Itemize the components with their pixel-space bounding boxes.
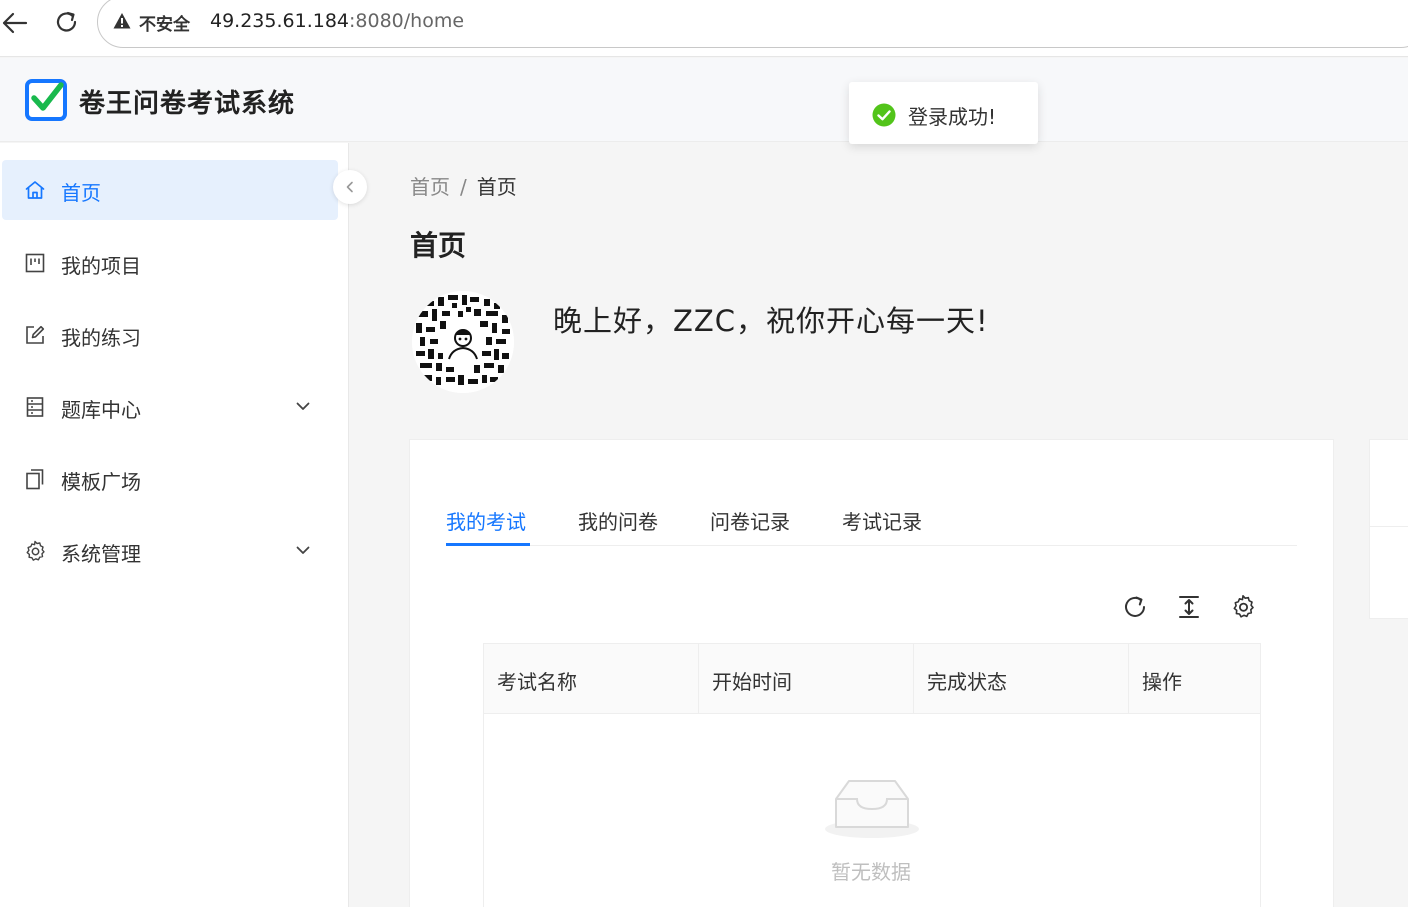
sidebar-item-my-projects[interactable]: 我的项目 [0,233,336,293]
sidebar-item-label: 模板广场 [61,470,141,494]
side-card [1369,439,1408,619]
qr-code-avatar-image [412,291,514,393]
toast-message: 登录成功! [908,105,997,129]
avatar[interactable] [412,291,514,393]
tab-my-exams[interactable]: 我的考试 [446,506,526,535]
chevron-down-icon [296,402,310,410]
sidebar-item-system-admin[interactable]: 系统管理 [0,521,336,581]
records-card: 我的考试 我的问卷 问卷记录 考试记录 考试名称 开始时间 完成状态 操作 暂无… [409,439,1334,907]
tab-exam-records[interactable]: 考试记录 [842,506,922,535]
sidebar-item-my-practice[interactable]: 我的练习 [0,305,336,365]
url-path: :8080/home [349,10,465,32]
browser-toolbar: 不安全 49.235.61.184:8080/home [0,0,1408,57]
sidebar-item-home[interactable]: 首页 [2,160,338,220]
sidebar-item-label: 我的练习 [61,326,141,350]
logo-icon[interactable] [25,79,67,121]
copy-icon [26,469,44,490]
sidebar: 首页 我的项目 我的练习 题库中心 模板广场 系统管理 [0,143,349,907]
sidebar-collapse-button[interactable] [333,170,367,204]
empty-state-text: 暂无数据 [831,860,911,884]
tab-my-surveys[interactable]: 我的问卷 [578,506,658,535]
settings-icon[interactable] [1230,594,1256,620]
reload-icon[interactable] [53,9,81,37]
warning-icon[interactable] [113,12,131,30]
chevron-left-icon [346,181,353,193]
list-icon [26,397,44,417]
active-tab-indicator [446,543,530,546]
project-icon [25,253,45,273]
breadcrumb: 首页 / 首页 [410,171,517,200]
page-title: 首页 [410,229,467,262]
greeting-message: 晚上好，ZZC，祝你开心每一天! [553,304,989,338]
url-host: 49.235.61.184 [210,10,350,32]
back-arrow-icon[interactable] [0,9,30,37]
gear-icon [26,540,45,561]
sidebar-item-label: 我的项目 [61,254,141,278]
column-header-actions[interactable]: 操作 [1129,644,1260,713]
sidebar-item-label: 首页 [61,181,101,205]
app-header: 卷王问卷考试系统 [0,58,1408,142]
sidebar-item-question-bank[interactable]: 题库中心 [0,377,336,437]
sidebar-item-label: 系统管理 [61,542,141,566]
home-icon [25,181,45,199]
sidebar-item-label: 题库中心 [61,398,141,422]
tab-bar: 我的考试 我的问卷 问卷记录 考试记录 [446,498,1297,546]
column-header-exam-name[interactable]: 考试名称 [484,644,699,713]
app-title[interactable]: 卷王问卷考试系统 [79,83,295,120]
column-header-status[interactable]: 完成状态 [914,644,1129,713]
sidebar-item-templates[interactable]: 模板广场 [0,449,336,509]
column-header-start-time[interactable]: 开始时间 [699,644,914,713]
card-divider [1370,526,1408,527]
chevron-down-icon [296,546,310,554]
refresh-icon[interactable] [1122,594,1148,620]
insecure-label[interactable]: 不安全 [139,10,190,35]
table-header: 考试名称 开始时间 完成状态 操作 [484,644,1260,714]
exam-table: 考试名称 开始时间 完成状态 操作 暂无数据 [483,643,1261,907]
tab-survey-records[interactable]: 问卷记录 [710,506,790,535]
breadcrumb-current: 首页 [476,175,517,199]
url-text[interactable]: 49.235.61.184:8080/home [210,10,464,32]
breadcrumb-root[interactable]: 首页 [410,175,450,199]
edit-icon [26,325,45,344]
column-height-icon[interactable] [1176,594,1202,620]
check-circle-icon [872,103,896,127]
empty-inbox-icon [825,780,919,838]
breadcrumb-separator: / [460,175,467,199]
success-toast: 登录成功! [849,82,1038,144]
